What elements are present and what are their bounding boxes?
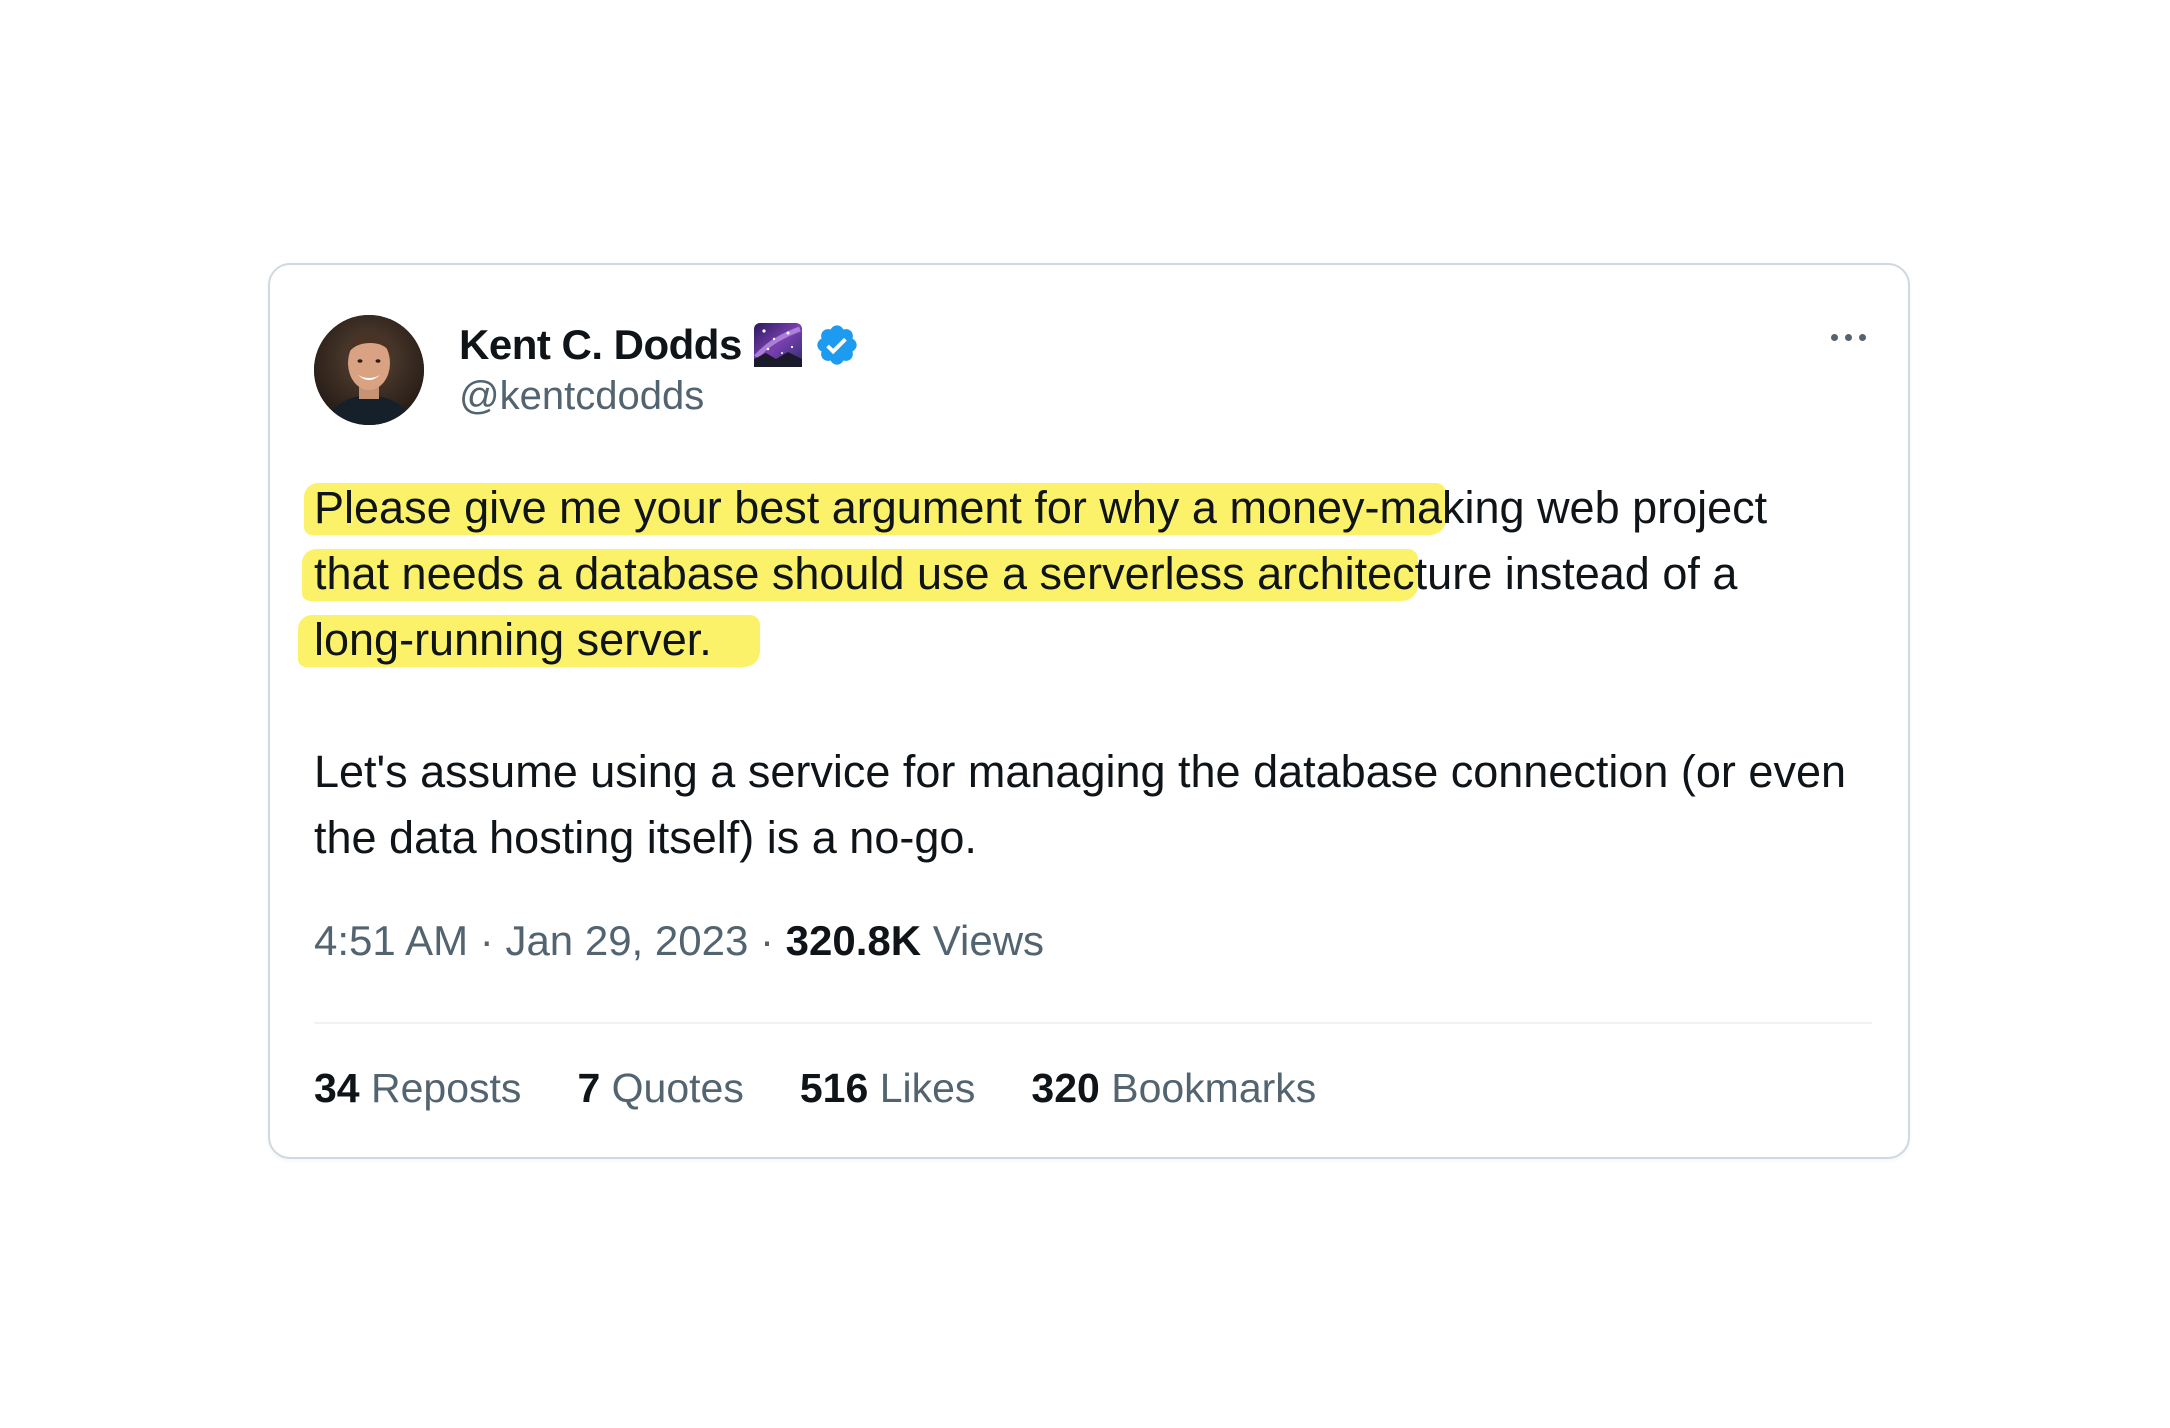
tweet-date[interactable]: Jan 29, 2023 bbox=[505, 917, 748, 964]
meta-separator: · bbox=[479, 917, 494, 964]
tweet-time[interactable]: 4:51 AM bbox=[314, 917, 468, 964]
meta-separator: · bbox=[760, 917, 774, 964]
highlighted-paragraph: Please give me your best argument for wh… bbox=[298, 475, 1874, 673]
author-name-row: Kent C. Dodds bbox=[459, 317, 860, 373]
quotes-stat[interactable]: 7 Quotes bbox=[577, 1065, 743, 1112]
avatar[interactable] bbox=[314, 315, 424, 425]
verified-badge-icon[interactable] bbox=[814, 322, 860, 368]
views-label: Views bbox=[932, 917, 1045, 964]
reposts-stat[interactable]: 34 Reposts bbox=[314, 1065, 521, 1112]
engagement-stats: 34 Reposts 7 Quotes 516 Likes 320 Bookma… bbox=[314, 1065, 1316, 1112]
highlighted-line: that needs a database should use a serve… bbox=[302, 541, 1874, 607]
highlighted-line: long-running server. bbox=[298, 607, 1874, 673]
divider bbox=[314, 1022, 1872, 1024]
more-options-icon bbox=[1830, 333, 1838, 341]
milky-way-emoji-icon bbox=[752, 319, 804, 371]
author-handle[interactable]: @kentcdodds bbox=[459, 374, 704, 419]
more-options-icon-dot bbox=[1858, 333, 1866, 341]
tweet-text: Please give me your best argument for wh… bbox=[298, 475, 1874, 871]
likes-stat[interactable]: 516 Likes bbox=[800, 1065, 976, 1112]
more-options-button[interactable] bbox=[1820, 317, 1876, 357]
tweet-meta: 4:51 AM · Jan 29, 2023 · 320.8K Views bbox=[314, 917, 1044, 965]
views-count: 320.8K bbox=[785, 917, 922, 964]
bookmarks-stat[interactable]: 320 Bookmarks bbox=[1031, 1065, 1316, 1112]
more-options-icon-dot bbox=[1844, 333, 1852, 341]
second-paragraph: Let's assume using a service for managin… bbox=[314, 746, 1846, 863]
author-name[interactable]: Kent C. Dodds bbox=[459, 321, 742, 369]
highlighted-line: Please give me your best argument for wh… bbox=[304, 475, 1874, 541]
avatar-photo bbox=[314, 315, 424, 425]
tweet-card: Kent C. Dodds @kentcdodds Please give me… bbox=[268, 263, 1910, 1159]
